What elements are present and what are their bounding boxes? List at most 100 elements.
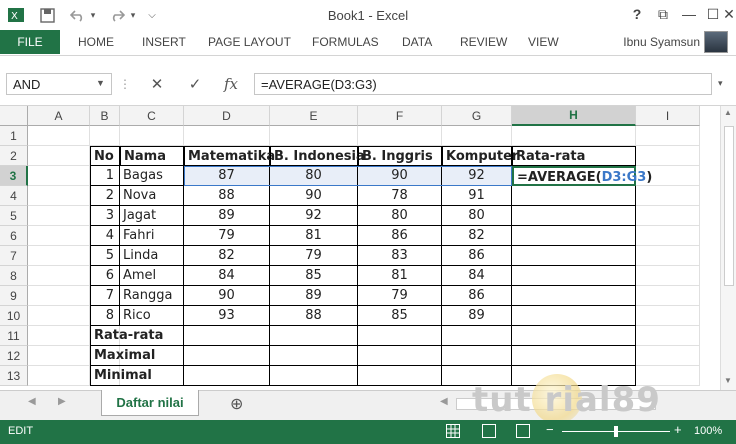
- score-cell[interactable]: 86: [442, 286, 512, 306]
- score-cell[interactable]: 90: [358, 166, 442, 186]
- score-cell[interactable]: 89: [270, 286, 358, 306]
- cell[interactable]: [636, 186, 700, 206]
- file-tab[interactable]: FILE: [0, 30, 60, 54]
- zoom-level[interactable]: 100%: [694, 425, 722, 437]
- tab-insert[interactable]: INSERT: [142, 35, 186, 49]
- tab-data[interactable]: DATA: [402, 35, 432, 49]
- header-cell[interactable]: Nama: [120, 146, 184, 166]
- cell[interactable]: [636, 306, 700, 326]
- row-header-8[interactable]: 8: [0, 266, 28, 286]
- score-cell[interactable]: 88: [184, 186, 270, 206]
- name-box-dropdown-icon[interactable]: ▼: [96, 78, 105, 88]
- tab-view[interactable]: VIEW: [528, 35, 559, 49]
- cell[interactable]: [28, 206, 90, 226]
- column-header-a[interactable]: A: [28, 106, 90, 126]
- score-cell[interactable]: 79: [270, 246, 358, 266]
- cell[interactable]: [636, 286, 700, 306]
- header-cell[interactable]: Rata-rata: [512, 146, 636, 166]
- worksheet-grid[interactable]: ABCDEFGHI 1 2 3 4 5 6 7 8 9 10 11 12 13 No Nama Matema…: [0, 106, 720, 390]
- tab-home[interactable]: HOME: [78, 35, 114, 49]
- enter-icon[interactable]: ✓: [184, 74, 206, 94]
- header-cell[interactable]: No: [90, 146, 120, 166]
- number-cell[interactable]: 4: [90, 226, 120, 246]
- zoom-in-icon[interactable]: +: [674, 422, 682, 437]
- average-cell[interactable]: [512, 266, 636, 286]
- cell[interactable]: [28, 146, 90, 166]
- summary-cell[interactable]: [358, 326, 442, 346]
- tab-review[interactable]: REVIEW: [460, 35, 507, 49]
- score-cell[interactable]: 79: [184, 226, 270, 246]
- number-cell[interactable]: 2: [90, 186, 120, 206]
- cell[interactable]: [442, 126, 512, 146]
- header-cell[interactable]: B. Indonesia: [270, 146, 365, 166]
- horizontal-scroll-left-icon[interactable]: ◀: [440, 396, 448, 407]
- header-cell[interactable]: Matematika: [184, 146, 275, 166]
- score-cell[interactable]: 84: [442, 266, 512, 286]
- score-cell[interactable]: 89: [442, 306, 512, 326]
- row-header-12[interactable]: 12: [0, 346, 28, 366]
- vertical-scrollbar[interactable]: ▲ ▼: [720, 106, 736, 390]
- score-cell[interactable]: 84: [184, 266, 270, 286]
- score-cell[interactable]: 80: [270, 166, 358, 186]
- score-cell[interactable]: 90: [184, 286, 270, 306]
- column-header-b[interactable]: B: [90, 106, 120, 126]
- number-cell[interactable]: 5: [90, 246, 120, 266]
- insert-function-icon[interactable]: fx: [220, 74, 242, 94]
- score-cell[interactable]: 82: [442, 226, 512, 246]
- score-cell[interactable]: 81: [270, 226, 358, 246]
- average-cell[interactable]: [512, 226, 636, 246]
- cell[interactable]: [28, 286, 90, 306]
- number-cell[interactable]: 6: [90, 266, 120, 286]
- summary-cell[interactable]: [358, 346, 442, 366]
- score-cell[interactable]: 93: [184, 306, 270, 326]
- score-cell[interactable]: 86: [442, 246, 512, 266]
- avatar[interactable]: [704, 31, 728, 53]
- cell[interactable]: [636, 146, 700, 166]
- scroll-up-icon[interactable]: ▲: [724, 108, 732, 117]
- summary-cell[interactable]: [442, 326, 512, 346]
- active-cell-editor[interactable]: =AVERAGE(D3:G3): [512, 166, 652, 186]
- help-button[interactable]: ?: [624, 4, 650, 24]
- cell[interactable]: [358, 126, 442, 146]
- summary-cell[interactable]: [270, 326, 358, 346]
- student-name-cell[interactable]: Nova: [120, 186, 184, 206]
- number-cell[interactable]: 7: [90, 286, 120, 306]
- cell[interactable]: [184, 126, 270, 146]
- expand-formula-bar-icon[interactable]: ▾: [718, 78, 723, 89]
- cell[interactable]: [636, 346, 700, 366]
- header-cell[interactable]: Komputer: [442, 146, 518, 166]
- score-cell[interactable]: 88: [270, 306, 358, 326]
- summary-label[interactable]: Rata-rata: [90, 326, 184, 346]
- score-cell[interactable]: 89: [184, 206, 270, 226]
- score-cell[interactable]: 85: [358, 306, 442, 326]
- cell[interactable]: [28, 226, 90, 246]
- column-header-f[interactable]: F: [358, 106, 442, 126]
- scroll-down-icon[interactable]: ▼: [724, 376, 732, 385]
- cell[interactable]: [90, 126, 120, 146]
- summary-cell[interactable]: [270, 346, 358, 366]
- cell[interactable]: [28, 306, 90, 326]
- select-all-corner[interactable]: [0, 106, 28, 126]
- column-header-e[interactable]: E: [270, 106, 358, 126]
- score-cell[interactable]: 91: [442, 186, 512, 206]
- cell[interactable]: [636, 226, 700, 246]
- score-cell[interactable]: 81: [358, 266, 442, 286]
- row-header-9[interactable]: 9: [0, 286, 28, 306]
- cell[interactable]: [636, 326, 700, 346]
- average-cell[interactable]: [512, 206, 636, 226]
- cell[interactable]: [512, 126, 636, 146]
- cell[interactable]: [28, 366, 90, 386]
- row-header-2[interactable]: 2: [0, 146, 28, 166]
- zoom-out-icon[interactable]: −: [546, 422, 554, 437]
- cell[interactable]: [636, 206, 700, 226]
- average-cell[interactable]: [512, 246, 636, 266]
- cell[interactable]: [28, 246, 90, 266]
- row-header-4[interactable]: 4: [0, 186, 28, 206]
- cell[interactable]: [636, 246, 700, 266]
- score-cell[interactable]: 87: [184, 166, 270, 186]
- summary-cell[interactable]: [512, 346, 636, 366]
- row-header-11[interactable]: 11: [0, 326, 28, 346]
- formula-bar-options-icon[interactable]: ⋮: [114, 74, 136, 94]
- row-header-7[interactable]: 7: [0, 246, 28, 266]
- cell[interactable]: [636, 126, 700, 146]
